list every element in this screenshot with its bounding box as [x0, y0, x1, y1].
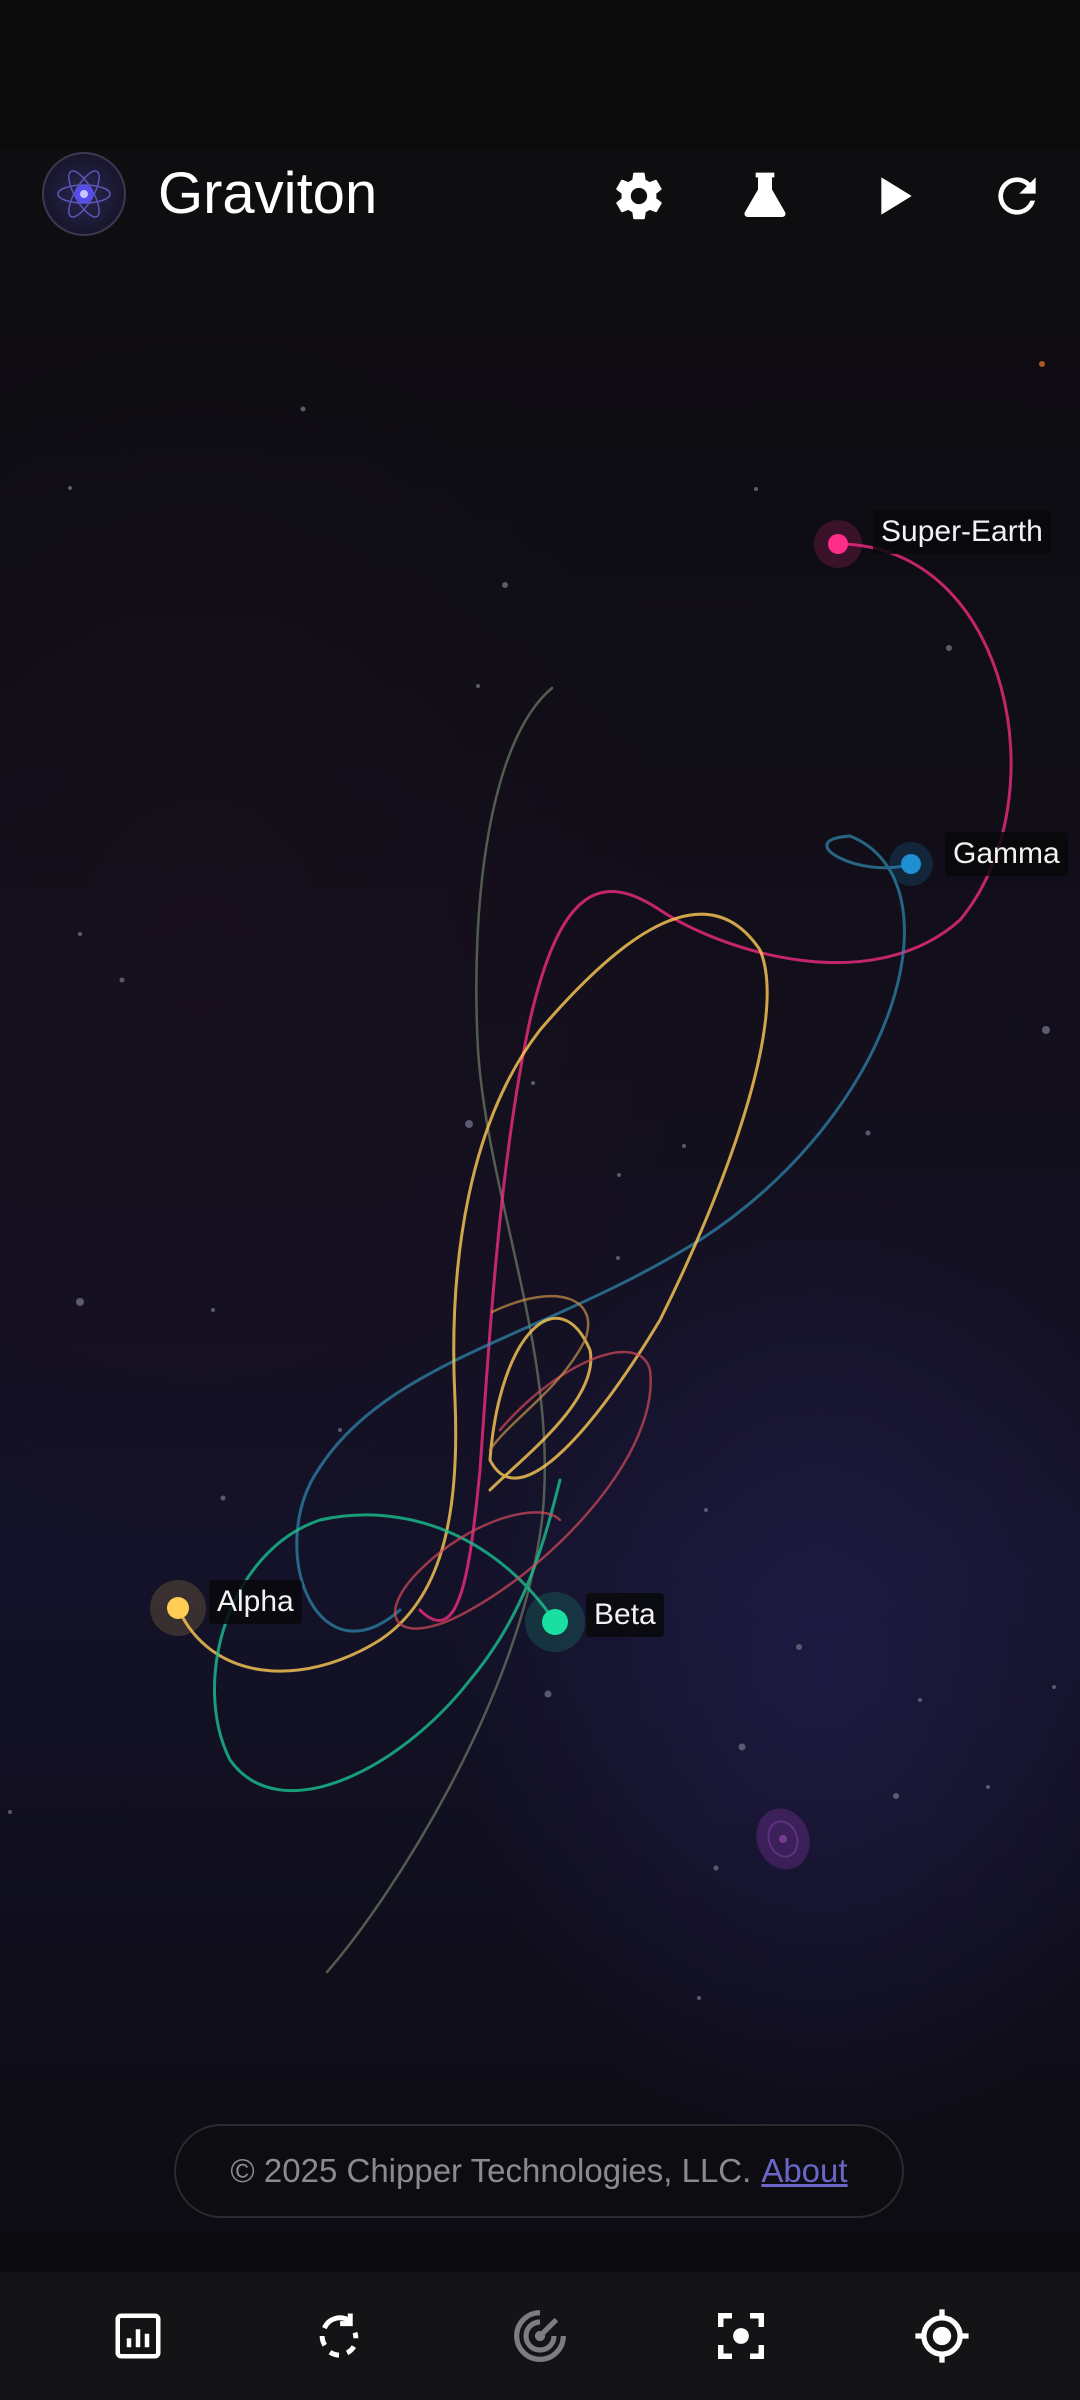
- focus-button[interactable]: [703, 2298, 779, 2374]
- gamma-body[interactable]: [901, 854, 921, 874]
- app-title: Graviton: [158, 161, 378, 226]
- radar-button[interactable]: [502, 2298, 578, 2374]
- simulation-canvas[interactable]: Super-Earth Gamma Alpha Beta: [0, 268, 1080, 2272]
- alpha-body[interactable]: [167, 1597, 189, 1619]
- body-label-gamma: Gamma: [945, 832, 1068, 876]
- body-glows: [150, 520, 933, 1652]
- distant-star-orange: [1039, 361, 1045, 367]
- play-button[interactable]: [857, 160, 929, 232]
- stats-icon: [115, 2313, 161, 2359]
- atom-logo-icon: [42, 152, 126, 236]
- trail-yellow: [176, 912, 769, 1673]
- body-label-alpha: Alpha: [209, 1580, 302, 1624]
- trail-orange: [488, 1295, 590, 1452]
- refresh-icon: [998, 177, 1036, 215]
- status-bar: [0, 0, 1080, 150]
- settings-button[interactable]: [603, 160, 675, 232]
- nebula-icon: [756, 1808, 810, 1870]
- star-field: [8, 406, 1056, 2000]
- rotate-icon: [319, 2313, 359, 2358]
- bottom-nav: [0, 2272, 1080, 2400]
- lab-button[interactable]: [729, 160, 801, 232]
- flask-icon: [744, 172, 786, 217]
- body-label-beta: Beta: [586, 1593, 664, 1637]
- beta-body[interactable]: [542, 1609, 568, 1635]
- copyright-text: © 2025 Chipper Technologies, LLC.: [230, 2152, 752, 2189]
- reset-button[interactable]: [981, 160, 1053, 232]
- gear-icon: [616, 172, 662, 220]
- target-icon: [915, 2309, 969, 2363]
- target-button[interactable]: [904, 2298, 980, 2374]
- rotate-button[interactable]: [301, 2298, 377, 2374]
- footer-credits: © 2025 Chipper Technologies, LLC. About: [174, 2124, 904, 2218]
- about-link[interactable]: About: [761, 2152, 847, 2190]
- focus-frame-icon: [718, 2313, 764, 2359]
- trail-blue: [295, 834, 913, 1633]
- play-icon: [881, 177, 912, 215]
- orbit-paths: [8, 361, 1056, 2000]
- radar-icon: [514, 2310, 566, 2362]
- stats-button[interactable]: [100, 2298, 176, 2374]
- super-earth-body[interactable]: [828, 534, 848, 554]
- body-label-super-earth: Super-Earth: [873, 510, 1051, 554]
